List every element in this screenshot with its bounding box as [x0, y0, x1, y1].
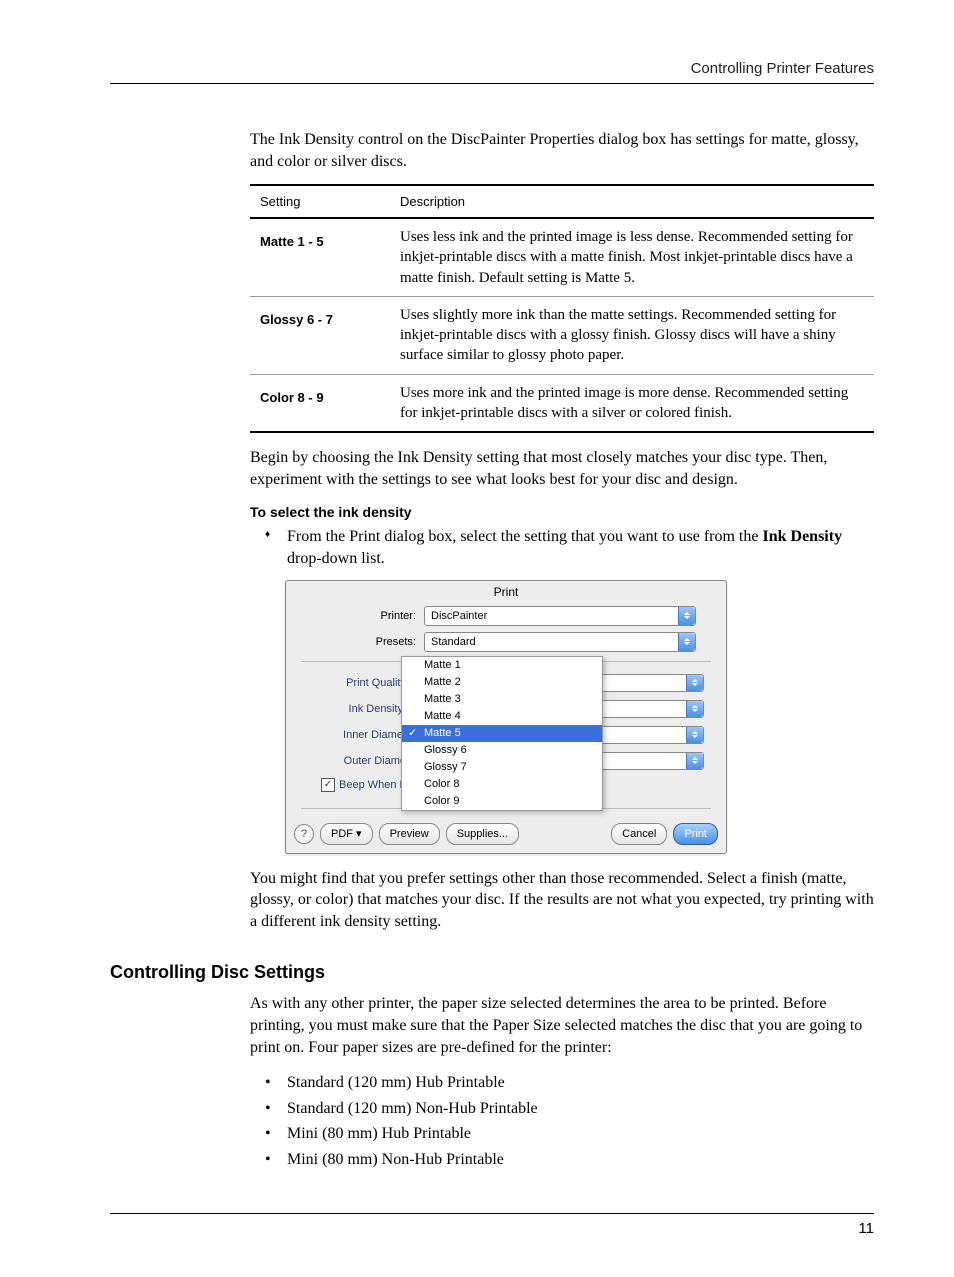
list-item: Mini (80 mm) Hub Printable [265, 1121, 874, 1147]
page-number: 11 [110, 1220, 874, 1237]
table-row: Glossy 6 - 7 Uses slightly more ink than… [250, 296, 874, 374]
procedure-title: To select the ink density [250, 504, 874, 520]
after-table-paragraph: Begin by choosing the Ink Density settin… [250, 447, 874, 490]
help-button[interactable]: ? [294, 824, 314, 844]
section-title: Controlling Disc Settings [110, 962, 874, 983]
cancel-button[interactable]: Cancel [611, 823, 667, 845]
dropdown-item-selected[interactable]: Matte 5 [402, 725, 602, 742]
dropdown-item[interactable]: Matte 2 [402, 674, 602, 691]
dropdown-item[interactable]: Matte 3 [402, 691, 602, 708]
col-description: Description [390, 185, 874, 218]
dropdown-item[interactable]: Matte 4 [402, 708, 602, 725]
print-button[interactable]: Print [673, 823, 718, 845]
list-item: Standard (120 mm) Non-Hub Printable [265, 1096, 874, 1122]
dropdown-item[interactable]: Color 9 [402, 793, 602, 810]
ink-density-dropdown[interactable]: Matte 1 Matte 2 Matte 3 Matte 4 Matte 5 … [401, 656, 603, 811]
list-item: Mini (80 mm) Non-Hub Printable [265, 1147, 874, 1173]
presets-select[interactable]: Standard [424, 632, 696, 652]
table-row: Color 8 - 9 Uses more ink and the printe… [250, 374, 874, 432]
section2-intro: As with any other printer, the paper siz… [250, 993, 874, 1058]
col-setting: Setting [250, 185, 390, 218]
dialog-title: Print [286, 581, 726, 603]
dropdown-item[interactable]: Glossy 6 [402, 742, 602, 759]
pdf-button[interactable]: PDF ▾ [320, 823, 373, 845]
dropdown-item[interactable]: Matte 1 [402, 657, 602, 674]
list-item: Standard (120 mm) Hub Printable [265, 1070, 874, 1096]
outer-diameter-label: Outer Diame [286, 755, 412, 767]
intro-paragraph: The Ink Density control on the DiscPaint… [250, 129, 874, 172]
chevron-updown-icon [686, 753, 703, 769]
chevron-updown-icon [678, 607, 695, 625]
supplies-button[interactable]: Supplies... [446, 823, 519, 845]
step-item: From the Print dialog box, select the se… [265, 526, 874, 569]
ink-density-label: Ink Density: [286, 703, 412, 715]
presets-label: Presets: [286, 636, 424, 648]
header-rule [110, 83, 874, 84]
running-header: Controlling Printer Features [110, 60, 874, 77]
table-row: Matte 1 - 5 Uses less ink and the printe… [250, 218, 874, 296]
preview-button[interactable]: Preview [379, 823, 440, 845]
chevron-updown-icon [686, 727, 703, 743]
printer-label: Printer: [286, 610, 424, 622]
dropdown-item[interactable]: Color 8 [402, 776, 602, 793]
beep-checkbox[interactable]: ✓ [321, 778, 335, 792]
chevron-updown-icon [678, 633, 695, 651]
print-dialog: Print Printer: DiscPainter Presets: Stan… [285, 580, 727, 854]
print-quality-label: Print Quality [286, 677, 412, 689]
printer-select[interactable]: DiscPainter [424, 606, 696, 626]
inner-diameter-label: Inner Diamet [286, 729, 412, 741]
dropdown-item[interactable]: Glossy 7 [402, 759, 602, 776]
after-dialog-paragraph: You might find that you prefer settings … [250, 868, 874, 933]
chevron-updown-icon [686, 675, 703, 691]
ink-density-table: Setting Description Matte 1 - 5 Uses les… [250, 184, 874, 433]
chevron-updown-icon [686, 701, 703, 717]
footer-rule [110, 1213, 874, 1214]
